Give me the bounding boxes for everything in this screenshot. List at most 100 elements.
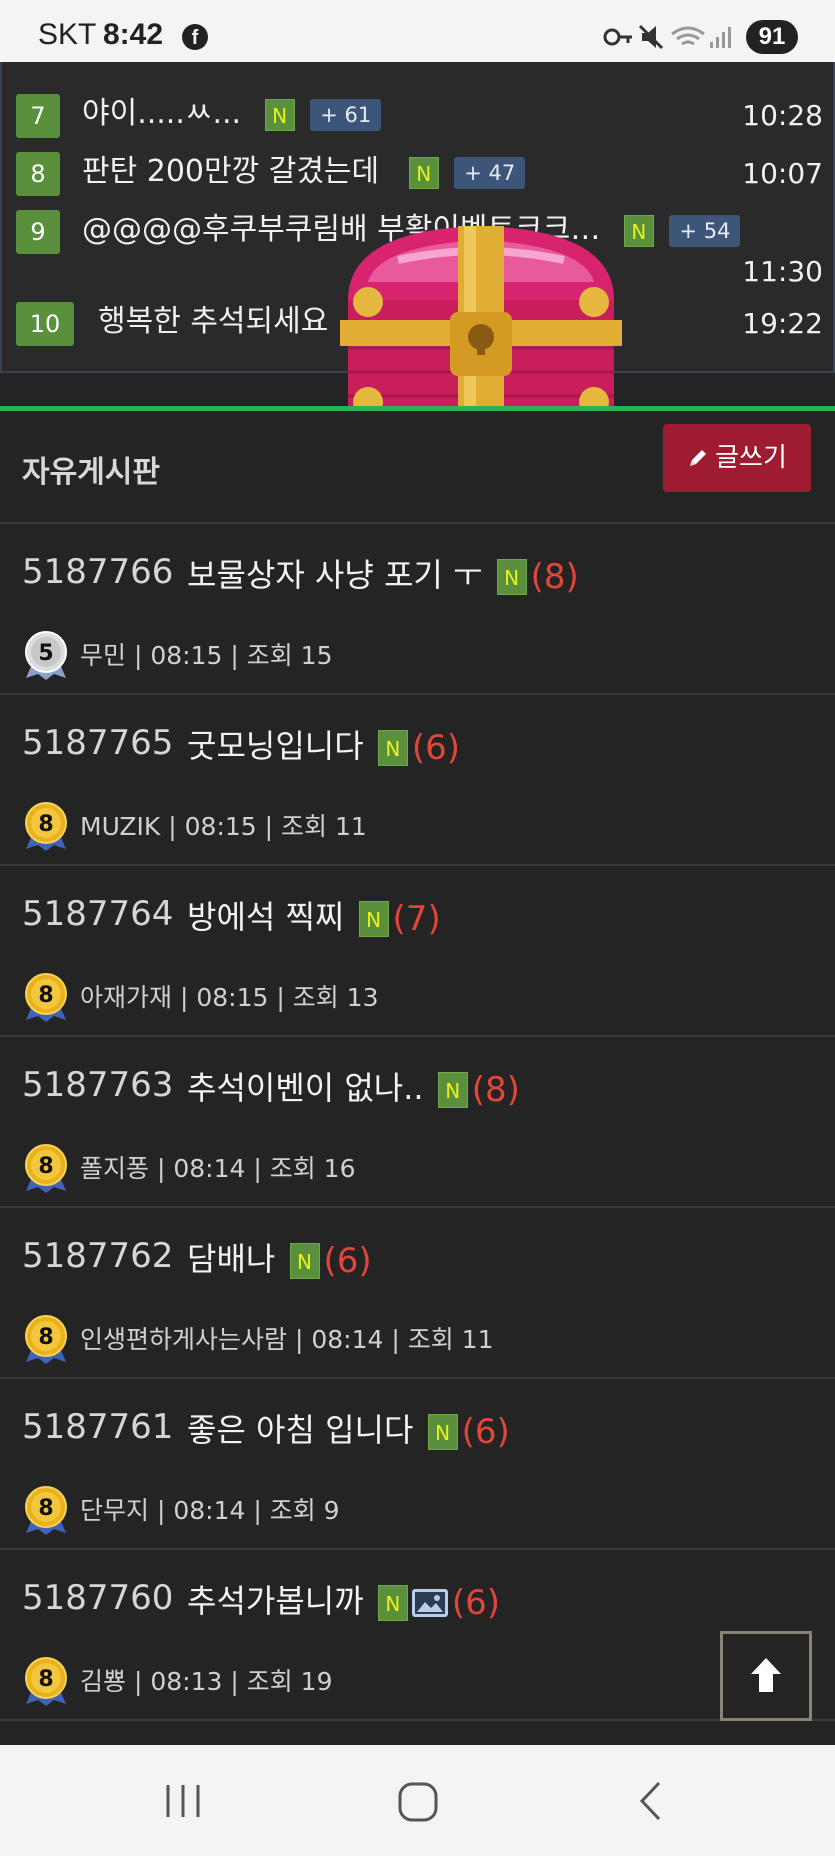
svg-text:8: 8 bbox=[38, 1325, 53, 1350]
post-row[interactable]: 5187762 담배나 N (6) 8 인생편하게사는사람 | 08:14 | 조… bbox=[0, 1206, 835, 1378]
scroll-to-top-button[interactable] bbox=[720, 1631, 812, 1721]
write-button[interactable]: 글쓰기 bbox=[663, 424, 811, 492]
rank-badge: 10 bbox=[16, 302, 74, 346]
post-title-text: 방에석 찍찌 bbox=[187, 898, 345, 936]
status-bar: SKT 8:42 f 91 bbox=[0, 0, 835, 62]
post-title[interactable]: 굿모닝입니다 N (6) bbox=[187, 721, 460, 768]
new-badge: N bbox=[623, 214, 654, 247]
board-title: 자유게시판 bbox=[22, 455, 160, 490]
comment-count: (6) bbox=[461, 1412, 510, 1452]
comment-plus-badge: + 61 bbox=[310, 98, 382, 131]
comment-plus-badge: + 54 bbox=[669, 214, 741, 247]
new-badge: N bbox=[377, 1585, 408, 1621]
view-count: 조회 9 bbox=[269, 1496, 340, 1525]
best-row[interactable]: 8 판탄 200만깡 갈겼는데 N + 47 10:07 bbox=[2, 150, 835, 200]
post-time: 08:13 bbox=[150, 1667, 223, 1696]
best-title[interactable]: 판탄 200만깡 갈겼는데 N + 47 bbox=[82, 150, 526, 194]
clock: 8:42 bbox=[103, 18, 164, 51]
post-meta: 무민 | 08:15 | 조회 15 bbox=[80, 641, 333, 670]
post-row[interactable]: 5187766 보물상자 사냥 포기 ㅜ N (8) 5 무민 | 08:15 |… bbox=[0, 522, 835, 694]
comment-count: (6) bbox=[323, 1241, 372, 1281]
post-number: 5187765 bbox=[22, 723, 174, 763]
new-badge: N bbox=[427, 1414, 458, 1450]
best-title-text: 야이.....ㅆ... bbox=[82, 96, 242, 131]
rank-badge: 8 bbox=[16, 152, 60, 196]
comment-plus-badge: + 47 bbox=[454, 156, 526, 189]
post-title[interactable]: 보물상자 사냥 포기 ㅜ N (8) bbox=[187, 550, 579, 597]
new-badge: N bbox=[496, 559, 527, 595]
best-title-text: 판탄 200만깡 갈겼는데 bbox=[82, 154, 380, 189]
author-name[interactable]: 김뿅 bbox=[80, 1667, 126, 1696]
author-name[interactable]: 무민 bbox=[80, 641, 126, 670]
home-button[interactable] bbox=[398, 1782, 438, 1822]
post-row[interactable]: 5187765 굿모닝입니다 N (6) 8 MUZIK | 08:15 | 조회… bbox=[0, 693, 835, 865]
post-meta: 폴지퐁 | 08:14 | 조회 16 bbox=[80, 1154, 356, 1183]
post-title-text: 추석이벤이 없나.. bbox=[187, 1069, 424, 1107]
rank-badge: 7 bbox=[16, 94, 60, 138]
post-time: 08:14 bbox=[173, 1154, 246, 1183]
new-badge: N bbox=[377, 730, 408, 766]
level-medal-icon: 5 bbox=[25, 631, 67, 680]
rank-badge: 9 bbox=[16, 210, 60, 254]
pencil-icon bbox=[687, 424, 709, 492]
post-number: 5187764 bbox=[22, 894, 174, 934]
level-medal-icon: 8 bbox=[25, 1144, 67, 1193]
best-row[interactable]: 7 야이.....ㅆ... N + 61 10:28 bbox=[2, 92, 835, 142]
post-title[interactable]: 추석가봅니까 N (6) bbox=[187, 1576, 500, 1623]
arrow-up-icon bbox=[751, 1658, 781, 1692]
post-meta: 인생편하게사는사람 | 08:14 | 조회 11 bbox=[80, 1325, 494, 1354]
post-number: 5187761 bbox=[22, 1407, 174, 1447]
svg-text:8: 8 bbox=[38, 812, 53, 837]
system-nav-bar bbox=[0, 1745, 835, 1856]
best-title[interactable]: 행복한 추석되세요 bbox=[98, 300, 328, 344]
post-row[interactable]: 5187761 좋은 아침 입니다 N (6) 8 단무지 | 08:14 | 조… bbox=[0, 1377, 835, 1549]
post-number: 5187766 bbox=[22, 552, 174, 592]
view-count: 조회 11 bbox=[281, 812, 367, 841]
post-time: 08:15 bbox=[150, 641, 223, 670]
post-row[interactable]: 5187764 방에석 찍찌 N (7) 8 아재가재 | 08:15 | 조회 … bbox=[0, 864, 835, 1036]
post-time: 08:15 bbox=[184, 812, 257, 841]
post-meta: 단무지 | 08:14 | 조회 9 bbox=[80, 1496, 340, 1525]
post-number: 5187760 bbox=[22, 1578, 174, 1618]
level-medal-icon: 8 bbox=[25, 973, 67, 1022]
post-meta: 김뿅 | 08:13 | 조회 19 bbox=[80, 1667, 333, 1696]
post-title[interactable]: 추석이벤이 없나.. N (8) bbox=[187, 1063, 520, 1110]
svg-text:8: 8 bbox=[38, 1154, 53, 1179]
new-badge: N bbox=[408, 156, 439, 189]
post-row[interactable]: 5187763 추석이벤이 없나.. N (8) 8 폴지퐁 | 08:14 | … bbox=[0, 1035, 835, 1207]
view-count: 조회 16 bbox=[269, 1154, 356, 1183]
new-badge: N bbox=[358, 901, 389, 937]
post-title[interactable]: 좋은 아침 입니다 N (6) bbox=[187, 1405, 510, 1452]
best-time: 10:28 bbox=[742, 99, 823, 132]
best-title-text: 행복한 추석되세요 bbox=[98, 304, 329, 339]
new-badge: N bbox=[437, 1072, 468, 1108]
comment-count: (6) bbox=[411, 728, 460, 768]
svg-text:8: 8 bbox=[38, 1667, 53, 1692]
comment-count: (6) bbox=[451, 1583, 500, 1623]
author-name[interactable]: 폴지퐁 bbox=[80, 1154, 149, 1183]
view-count: 조회 15 bbox=[246, 641, 333, 670]
author-name[interactable]: MUZIK bbox=[80, 812, 160, 841]
post-title-text: 보물상자 사냥 포기 ㅜ bbox=[187, 556, 483, 594]
status-icons bbox=[603, 24, 731, 50]
post-time: 08:14 bbox=[311, 1325, 384, 1354]
mute-icon bbox=[638, 24, 664, 50]
back-button[interactable] bbox=[639, 1781, 661, 1821]
battery-indicator: 91 bbox=[746, 20, 798, 54]
level-medal-icon: 8 bbox=[25, 1657, 67, 1706]
best-title[interactable]: 야이.....ㅆ... N + 61 bbox=[82, 92, 382, 136]
svg-text:8: 8 bbox=[38, 983, 53, 1008]
app-content: 7 야이.....ㅆ... N + 61 10:28 8 판탄 200만깡 갈겼… bbox=[0, 62, 835, 1745]
author-name[interactable]: 단무지 bbox=[80, 1496, 149, 1525]
author-name[interactable]: 아재가재 bbox=[80, 983, 172, 1012]
view-count: 조회 11 bbox=[407, 1325, 494, 1354]
recent-apps-button[interactable] bbox=[166, 1785, 200, 1817]
post-title[interactable]: 방에석 찍찌 N (7) bbox=[187, 892, 441, 939]
new-badge: N bbox=[264, 98, 295, 131]
post-row[interactable]: 5187760 추석가봅니까 N (6) 8 김뿅 | 08:13 | 조회 19 bbox=[0, 1548, 835, 1720]
author-name[interactable]: 인생편하게사는사람 bbox=[80, 1325, 287, 1354]
treasure-chest-icon[interactable] bbox=[338, 212, 624, 424]
comment-count: (8) bbox=[471, 1070, 520, 1110]
post-title[interactable]: 담배나 N (6) bbox=[187, 1234, 372, 1281]
carrier-label: SKT bbox=[38, 18, 97, 51]
